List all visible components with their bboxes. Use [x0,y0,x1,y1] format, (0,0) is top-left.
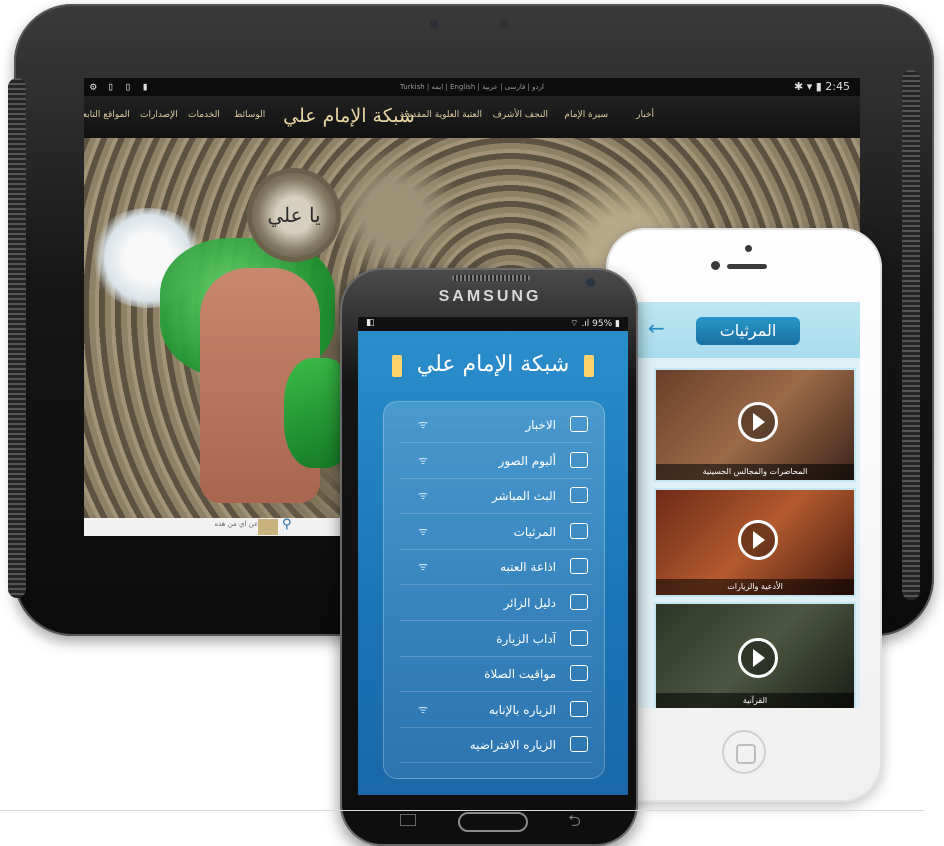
tablet-status-clock: ✱ ▾ ▮ 2:45 [794,80,850,93]
nav-item-services[interactable]: الخدمات [188,110,220,120]
online-stream-icon: ᯤ [418,702,429,716]
live-tv-icon [570,487,588,504]
language-bar[interactable]: Turkish | ایمه | English | اردو | فارسی … [84,83,860,91]
play-icon[interactable] [738,520,778,560]
samsung-screen: ◧ ⌔ .ıl 95% ▮ شبكة الإمام علي الاخبار ᯤ أل… [358,317,628,795]
back-key-icon[interactable]: ⮌ [568,810,581,837]
menu-item-label: الزياره بالإنابه [488,702,556,717]
nav-item-news[interactable]: أخبار [636,110,654,120]
iphone-camera-dot [745,245,752,252]
menu-item-label: المرثيات [513,524,556,539]
nav-item-media[interactable]: الوسائط [234,110,265,120]
nav-item-imam-biography[interactable]: سيرة الإمام [564,110,608,120]
samsung-front-camera [586,278,595,287]
menu-item[interactable]: آداب الزيارة [400,623,592,657]
menu-item[interactable]: دليل الزائر [400,587,592,621]
tablet-speaker-right [902,70,920,600]
news-icon [570,416,588,432]
nav-item-affiliated-sites[interactable]: المواقع التابعة [84,110,130,120]
samsung-earpiece [452,275,530,281]
video-icon [570,522,588,539]
dome-icon [570,700,588,717]
online-stream-icon: ᯤ [418,418,429,431]
video-card[interactable]: المحاضرات والمجالس الحسينية [654,368,856,482]
menu-item[interactable]: المرثيات ᯤ [400,516,592,550]
play-icon[interactable] [738,638,778,678]
menu-item[interactable]: اذاعة العتبه ᯤ [400,551,592,586]
menu-item-label: الاخبار [525,418,556,432]
radio-icon [570,558,588,575]
play-icon[interactable] [738,402,778,442]
video-card-caption: المحاضرات والمجالس الحسينية [656,464,854,480]
iphone-header: ← المرثيات [628,302,860,358]
book-icon [570,629,588,646]
tablet-site-logo[interactable]: شبكة الإمام علي [274,100,424,132]
divider-line [0,810,924,811]
nav-item-najaf[interactable]: النجف الأشرف [493,110,548,120]
samsung-status-bar: ◧ ⌔ .ıl 95% ▮ [358,317,628,331]
menu-item-label: دليل الزائر [503,596,556,610]
menu-item-label: مواقيت الصلاة [484,667,556,682]
menu-item[interactable]: الاخبار ᯤ [400,409,592,443]
back-arrow-icon[interactable]: ← [648,316,665,340]
tablet-speaker-left [8,78,26,598]
online-stream-icon: ᯤ [418,489,429,503]
samsung-nav-keys: ⮌ [362,806,624,842]
online-stream-icon: ᯤ [418,453,429,467]
tablet-camera [430,20,438,28]
video-card[interactable]: الأدعية والزيارات [654,488,856,597]
video-card-caption: القرآنية [656,693,854,708]
online-stream-icon: ᯤ [418,560,429,574]
menu-item-label: اذاعة العتبه [500,560,556,575]
tablet-sensor [500,20,508,28]
video-card-caption: الأدعية والزيارات [656,579,854,595]
menu-item-label: الزياره الافتراضيه [469,738,556,753]
samsung-home-button[interactable] [458,812,528,832]
virtual-visit-icon [570,736,588,753]
search-icon[interactable]: ⚲ [282,517,292,532]
bell-icon [570,665,588,682]
menu-item-label: ألبوم الصور [498,453,556,468]
signal-battery-indicator: ⌔ .ıl 95% ▮ [570,319,620,329]
tablet-status-bar: ⚙ ▯ ▯ ▮ Turkish | ایمه | English | اردو … [84,78,860,96]
iphone-earpiece [727,264,767,269]
menu-key-icon[interactable] [400,814,416,826]
menu-item[interactable]: ألبوم الصور ᯤ [400,445,592,479]
nav-item-publications[interactable]: الإصدارات [140,110,178,120]
online-stream-icon: ᯤ [418,524,429,538]
notification-icon: ◧ [366,318,375,328]
iphone-page-title: المرثيات [696,317,800,345]
photo-album-icon [570,451,588,468]
menu-item[interactable]: البث المباشر ᯤ [400,480,592,515]
menu-item[interactable]: مواقيت الصلاة [400,658,592,693]
iphone-home-button[interactable] [722,730,766,774]
ornament-right-icon [584,355,594,377]
app-logo: شبكة الإمام علي [416,352,570,377]
samsung-brand-logo: SAMSUNG [438,288,542,305]
ya-ali-medallion: يا علي [252,173,336,257]
menu-item-label: البث المباشر [491,489,556,504]
tablet-search-button[interactable] [258,519,278,535]
menu-item[interactable]: الزياره الافتراضيه [400,729,592,764]
menu-item-label: آداب الزيارة [496,631,556,646]
iphone-screen: ← المرثيات المحاضرات والمجالس الحسينية ا… [628,302,860,708]
tablet-navbar: أخبار سيرة الإمام النجف الأشرف العتبة ال… [84,96,860,139]
menu-item[interactable]: الزياره بالإنابه ᯤ [400,694,592,728]
map-pin-icon [570,594,588,610]
iphone-front-camera [711,261,720,270]
video-card[interactable]: القرآنية [654,602,856,708]
